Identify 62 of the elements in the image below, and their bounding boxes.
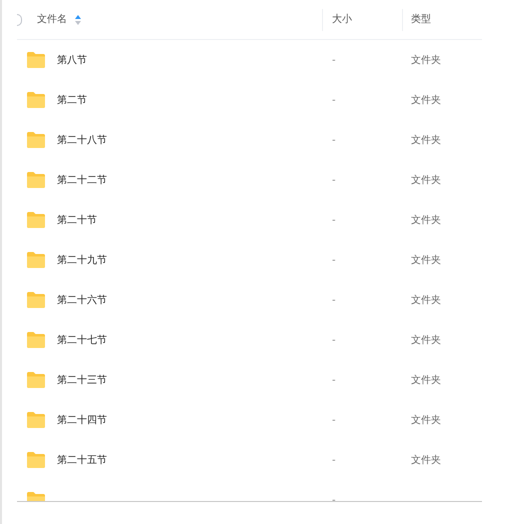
file-row[interactable]: 第八节 - 文件夹 [17,40,482,80]
file-row[interactable]: 第二十七节 - 文件夹 [17,320,482,360]
file-size: - [332,494,336,501]
folder-icon [26,91,46,109]
file-type: 文件夹 [411,334,441,346]
file-name[interactable]: 第二十二节 [57,172,107,188]
file-type: 文件夹 [411,294,441,306]
file-type: 文件夹 [411,174,441,186]
file-row[interactable]: 第二十四节 - 文件夹 [17,400,482,440]
folder-icon [26,211,46,229]
file-name[interactable]: 第二十四节 [57,412,107,428]
file-row[interactable]: 第二十八节 - 文件夹 [17,120,482,160]
file-name[interactable]: 第二十七节 [57,332,107,348]
select-all-checkbox[interactable] [17,14,22,26]
file-row[interactable]: 第二十六节 - 文件夹 [17,280,482,320]
file-size: - [332,294,336,306]
folder-icon [26,171,46,189]
folder-icon [26,51,46,69]
file-row[interactable]: - [17,480,482,501]
file-type: 文件夹 [411,374,441,386]
folder-icon [26,411,46,429]
file-name[interactable]: 第二十节 [57,212,97,228]
file-row[interactable]: 第二十九节 - 文件夹 [17,240,482,280]
file-name[interactable]: 第二十九节 [57,252,107,268]
folder-icon [26,291,46,309]
file-row[interactable]: 第二十五节 - 文件夹 [17,440,482,480]
folder-icon [26,331,46,349]
file-row[interactable]: 第二十节 - 文件夹 [17,200,482,240]
folder-icon [26,451,46,469]
file-type: 文件夹 [411,254,441,266]
file-name[interactable]: 第二十八节 [57,132,107,148]
file-size: - [332,454,336,466]
file-name[interactable]: 第二十三节 [57,372,107,388]
folder-icon [26,371,46,389]
file-row[interactable]: 第二十二节 - 文件夹 [17,160,482,200]
file-name[interactable]: 第二节 [57,92,87,108]
folder-icon [26,131,46,149]
file-size: - [332,334,336,346]
file-name[interactable]: 第八节 [57,52,87,68]
file-size: - [332,254,336,266]
file-size: - [332,94,336,106]
file-type: 文件夹 [411,414,441,426]
column-header[interactable]: 文件名 [37,12,67,27]
file-type: 文件夹 [411,134,441,146]
column-header[interactable]: 类型 [411,12,431,27]
file-name[interactable]: 第二十六节 [57,292,107,308]
file-size: - [332,374,336,386]
file-type: 文件夹 [411,454,441,466]
file-size: - [332,54,336,66]
file-row[interactable]: 第二节 - 文件夹 [17,80,482,120]
file-size: - [332,414,336,426]
sort-icon[interactable] [75,14,81,24]
folder-icon [26,251,46,269]
file-row[interactable]: 第二十三节 - 文件夹 [17,360,482,400]
column-header[interactable]: 大小 [332,12,352,27]
file-size: - [332,214,336,226]
file-size: - [332,134,336,146]
file-type: 文件夹 [411,54,441,66]
file-size: - [332,174,336,186]
file-type: 文件夹 [411,214,441,226]
file-type: 文件夹 [411,94,441,106]
file-name[interactable]: 第二十五节 [57,452,107,468]
